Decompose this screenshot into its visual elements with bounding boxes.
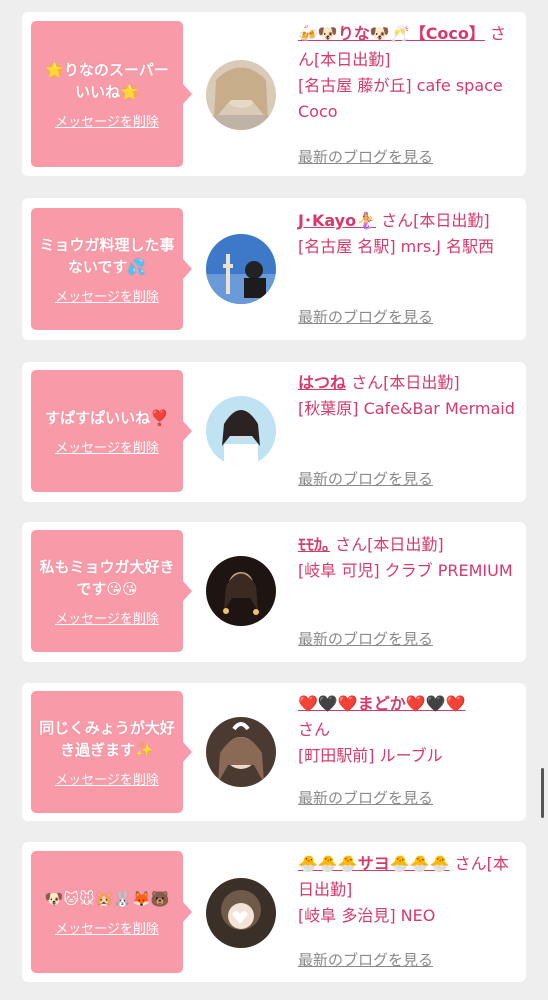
shop-text: [秋葉原] Cafe&Bar Mermaid <box>298 399 515 418</box>
user-name-link[interactable]: ﾓﾓｶ｡ <box>298 535 330 554</box>
user-info: はつね さん[本日出勤] [秋葉原] Cafe&Bar Mermaid <box>298 370 520 422</box>
user-name-link[interactable]: 🐣🐣🐣サヨ🐣🐣🐣 <box>298 854 450 873</box>
latest-blog-link[interactable]: 最新のブログを見る <box>298 949 433 970</box>
message-bubble: 私もミョウガ大好きです😘😘 メッセージを削除 <box>31 530 192 652</box>
message-text: 同じくみょうが大好き過ぎます✨ <box>39 718 175 759</box>
honorific: さん <box>351 373 384 392</box>
list-item: 同じくみょうが大好き過ぎます✨ メッセージを削除 ❤️🖤❤️まどか❤️🖤❤️ さ… <box>22 683 526 821</box>
shop-text: [町田駅前] ルーブル <box>298 746 443 765</box>
avatar[interactable] <box>206 396 276 466</box>
message-text: すぱすぱいいね❣️ <box>45 408 169 427</box>
message-text: 私もミョウガ大好きです😘😘 <box>39 557 175 598</box>
user-info: 🍻🐶りな🐶🥂【Coco】 さん[本日出勤] [名古屋 藤が丘] cafe spa… <box>298 21 520 125</box>
user-info: J･Kayo🧜‍♀️ さん[本日出勤] [名古屋 名駅] mrs.J 名駅西 <box>298 208 520 260</box>
shop-text: [岐阜 多治見] NEO <box>298 906 436 925</box>
latest-blog-link[interactable]: 最新のブログを見る <box>298 628 433 649</box>
honorific: さん <box>454 854 487 873</box>
message-bubble: 🌟りなのスーパーいいね🌟 メッセージを削除 <box>31 21 192 167</box>
delete-message-link[interactable]: メッセージを削除 <box>55 918 159 937</box>
user-info: 🐣🐣🐣サヨ🐣🐣🐣 さん[本日出勤] [岐阜 多治見] NEO <box>298 851 520 929</box>
latest-blog-link[interactable]: 最新のブログを見る <box>298 146 433 167</box>
latest-blog-link[interactable]: 最新のブログを見る <box>298 306 433 327</box>
delete-message-link[interactable]: メッセージを削除 <box>55 286 159 305</box>
user-name-link[interactable]: ❤️🖤❤️まどか❤️🖤❤️ <box>298 694 466 713</box>
shop-text: [名古屋 名駅] mrs.J 名駅西 <box>298 237 495 256</box>
honorific: さん <box>298 720 331 739</box>
honorific: さん <box>335 535 368 554</box>
delete-message-link[interactable]: メッセージを削除 <box>55 111 159 130</box>
message-bubble: すぱすぱいいね❣️ メッセージを削除 <box>31 370 192 492</box>
latest-blog-link[interactable]: 最新のブログを見る <box>298 787 433 808</box>
avatar[interactable] <box>206 717 276 787</box>
message-bubble: 🐶🐱🐭🐹🐰🦊🐻 メッセージを削除 <box>31 851 192 973</box>
avatar[interactable] <box>206 234 276 304</box>
delete-message-link[interactable]: メッセージを削除 <box>55 437 159 456</box>
user-name-link[interactable]: はつね <box>298 373 346 392</box>
list-item: 🌟りなのスーパーいいね🌟 メッセージを削除 🍻🐶りな🐶🥂【Coco】 さん[本日… <box>22 12 526 176</box>
status-text: [本日出勤] <box>367 535 444 554</box>
message-text: 🐶🐱🐭🐹🐰🦊🐻 <box>44 889 170 908</box>
avatar[interactable] <box>206 556 276 626</box>
delete-message-link[interactable]: メッセージを削除 <box>55 769 159 788</box>
list-item: 🐶🐱🐭🐹🐰🦊🐻 メッセージを削除 🐣🐣🐣サヨ🐣🐣🐣 さん[本日出勤] [岐阜 多… <box>22 842 526 982</box>
list-item: 私もミョウガ大好きです😘😘 メッセージを削除 ﾓﾓｶ｡ さん[本日出勤] [岐阜… <box>22 522 526 662</box>
list-item: ミョウガ料理した事ないです💦 メッセージを削除 J･Kayo🧜‍♀️ さん[本日… <box>22 198 526 340</box>
shop-text: [岐阜 可児] クラブ PREMIUM <box>298 561 513 580</box>
user-name-link[interactable]: J･Kayo🧜‍♀️ <box>298 211 376 230</box>
status-text: [本日出勤] <box>314 50 391 69</box>
status-text: [本日出勤] <box>413 211 490 230</box>
list-item: すぱすぱいいね❣️ メッセージを削除 はつね さん[本日出勤] [秋葉原] Ca… <box>22 362 526 502</box>
message-bubble: ミョウガ料理した事ないです💦 メッセージを削除 <box>31 208 192 330</box>
status-text: [本日出勤] <box>383 373 460 392</box>
scrollbar-thumb[interactable] <box>541 768 544 818</box>
message-text: ミョウガ料理した事ないです💦 <box>39 235 175 276</box>
message-text: 🌟りなのスーパーいいね🌟 <box>45 60 169 101</box>
latest-blog-link[interactable]: 最新のブログを見る <box>298 468 433 489</box>
delete-message-link[interactable]: メッセージを削除 <box>55 608 159 627</box>
honorific: さん <box>381 211 414 230</box>
user-info: ﾓﾓｶ｡ さん[本日出勤] [岐阜 可児] クラブ PREMIUM <box>298 532 520 584</box>
message-bubble: 同じくみょうが大好き過ぎます✨ メッセージを削除 <box>31 691 192 813</box>
user-info: ❤️🖤❤️まどか❤️🖤❤️ さん [町田駅前] ルーブル <box>298 691 520 769</box>
shop-text: [名古屋 藤が丘] cafe space Coco <box>298 76 503 121</box>
user-name-link[interactable]: 🍻🐶りな🐶🥂【Coco】 <box>298 24 485 43</box>
avatar[interactable] <box>206 60 276 130</box>
avatar[interactable] <box>206 878 276 948</box>
